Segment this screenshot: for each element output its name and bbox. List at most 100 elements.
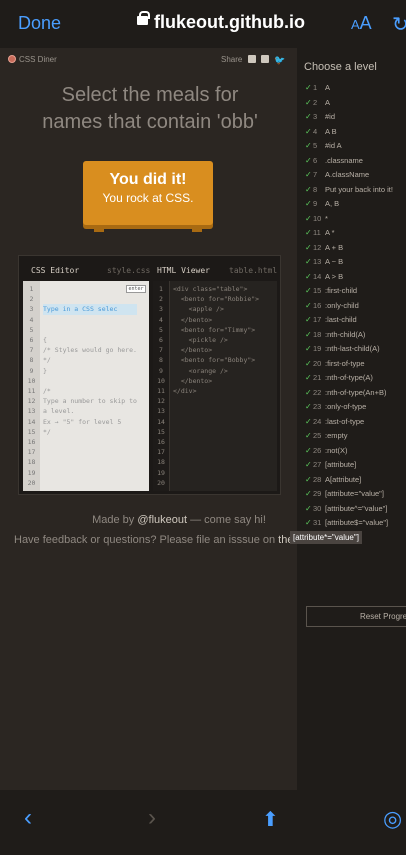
level-item[interactable]: ✓3 #id xyxy=(305,112,406,127)
level-number: 27 xyxy=(313,460,322,469)
level-number: 26 xyxy=(313,445,322,455)
level-name: Put your back into it! xyxy=(325,184,393,194)
level-name: :nth-last-child(A) xyxy=(325,344,380,353)
checkmark-icon: ✓ xyxy=(305,141,312,150)
level-item[interactable]: ✓5 #id A xyxy=(305,141,406,156)
logo-icon xyxy=(8,55,16,63)
level-number: 8 xyxy=(313,184,318,194)
level-name: [attribute$="value"] xyxy=(325,518,389,527)
level-name: A * xyxy=(325,228,335,237)
css-line-numbers: 1 2 3 4 5 6 7 8 9 10 11 12 13 14 15 16 1… xyxy=(23,281,40,491)
level-name: #id xyxy=(325,112,336,121)
html-file-label: table.html xyxy=(229,266,278,275)
level-item[interactable]: ✓11 A * xyxy=(305,228,406,243)
level-item[interactable]: ✓28 A[attribute] xyxy=(305,475,406,490)
css-panel: 1 2 3 4 5 6 7 8 9 10 11 12 13 14 15 16 1… xyxy=(23,281,149,491)
checkmark-icon: ✓ xyxy=(305,518,312,527)
level-number: 30 xyxy=(313,503,322,513)
level-item[interactable]: ✓26:not(X) xyxy=(305,446,406,461)
level-number: 22 xyxy=(313,387,322,397)
back-icon[interactable]: ‹ xyxy=(24,804,32,832)
table-leg xyxy=(192,227,202,232)
level-number: 17 xyxy=(313,315,322,324)
level-number: 25 xyxy=(313,431,322,440)
checkmark-icon: ✓ xyxy=(305,213,312,223)
checkmark-icon: ✓ xyxy=(305,416,312,426)
level-item[interactable]: ✓8 Put your back into it! xyxy=(305,185,406,200)
sidebar-title: Choose a level xyxy=(304,61,377,73)
level-item[interactable]: ✓18:nth-child(A) xyxy=(305,330,406,345)
level-item[interactable]: ✓29 [attribute="value"] xyxy=(305,489,406,504)
level-item[interactable]: ✓30 [attribute^="value"] xyxy=(305,504,406,519)
checkmark-icon: ✓ xyxy=(305,445,312,455)
level-number: 14 xyxy=(313,271,322,281)
level-item[interactable]: ✓17:last-child xyxy=(305,315,406,330)
level-item[interactable]: ✓16:only-child xyxy=(305,301,406,316)
forward-icon[interactable]: › xyxy=(148,804,156,832)
level-item[interactable]: ✓13 A ~ B xyxy=(305,257,406,272)
level-item[interactable]: ✓20:first-of-type xyxy=(305,359,406,374)
level-item[interactable]: ✓15:first-child xyxy=(305,286,406,301)
compass-icon[interactable]: ◎ xyxy=(383,806,402,832)
instruction-line2: names that contain 'obb' xyxy=(42,111,258,133)
level-item[interactable]: ✓22:nth-of-type(An+B) xyxy=(305,388,406,403)
level-item[interactable]: ✓2 A xyxy=(305,98,406,113)
level-item[interactable]: ✓21:nth-of-type(A) xyxy=(305,373,406,388)
checkmark-icon: ✓ xyxy=(305,242,312,252)
level-item[interactable]: ✓25:empty xyxy=(305,431,406,446)
email-icon[interactable] xyxy=(247,55,256,63)
level-list: ✓1 A ✓2 A ✓3 #id ✓4 A B ✓5 #id A ✓6 .classname ✓7 A.c… xyxy=(305,83,406,533)
level-item[interactable]: ✓14 A > B xyxy=(305,272,406,287)
reload-icon[interactable]: ↻ xyxy=(392,12,406,37)
done-button[interactable]: Done xyxy=(18,13,61,34)
checkmark-icon: ✓ xyxy=(305,315,312,324)
html-code[interactable]: <div class="table"> <bento for="Robbie">… xyxy=(173,284,259,396)
level-number: 23 xyxy=(313,402,322,411)
feedback-text: Have feedback or questions? Please file … xyxy=(14,534,279,546)
level-item[interactable]: ✓19:nth-last-child(A) xyxy=(305,344,406,359)
level-name: [attribute^="value"] xyxy=(325,503,388,513)
level-name: A.className xyxy=(325,170,370,179)
reader-text-size-button[interactable]: AA xyxy=(351,13,372,34)
level-name: A[attribute] xyxy=(325,474,362,484)
reset-progress-button[interactable]: Reset Progress xyxy=(306,606,406,627)
share-icon[interactable]: ⬆ xyxy=(262,807,279,832)
lock-icon xyxy=(137,11,150,25)
level-number: 18 xyxy=(313,329,322,339)
level-name: A xyxy=(325,83,331,92)
facebook-icon[interactable] xyxy=(260,55,269,63)
level-item[interactable]: ✓9 A, B xyxy=(305,199,406,214)
twitter-icon[interactable]: 🐦 xyxy=(274,55,285,65)
success-title: You did it! xyxy=(109,171,187,188)
level-item[interactable]: ✓24:last-of-type xyxy=(305,417,406,432)
checkmark-icon: ✓ xyxy=(305,184,312,194)
share-bar: Share 🐦 xyxy=(221,55,285,65)
enter-button[interactable]: enter xyxy=(126,285,146,293)
level-number: 5 xyxy=(313,141,318,150)
css-file-label: style.css xyxy=(107,266,151,275)
checkmark-icon: ✓ xyxy=(305,329,312,339)
css-selector-input[interactable]: Type in a CSS selec xyxy=(43,304,137,315)
level-name: [attribute="value"] xyxy=(325,489,384,498)
brand[interactable]: CSS Diner xyxy=(8,55,57,64)
level-item[interactable]: ✓6 .classname xyxy=(305,156,406,171)
level-item[interactable]: ✓1 A xyxy=(305,83,406,98)
level-name: A xyxy=(325,97,331,107)
level-sidebar: Choose a level ✓1 A ✓2 A ✓3 #id ✓4 A B ✓5 #id A ✓6… xyxy=(297,48,406,790)
level-tooltip: [attribute*="value"] xyxy=(290,531,362,544)
level-number: 1 xyxy=(313,83,318,92)
level-number: 6 xyxy=(313,155,318,165)
checkmark-icon: ✓ xyxy=(305,358,312,368)
url-label[interactable]: flukeout.github.io xyxy=(154,12,305,33)
checkmark-icon: ✓ xyxy=(305,387,312,397)
author-link[interactable]: @flukeout xyxy=(137,514,187,526)
level-item[interactable]: ✓27 [attribute] xyxy=(305,460,406,475)
instruction-line1: Select the meals for xyxy=(61,84,239,106)
level-item[interactable]: ✓10 * xyxy=(305,214,406,229)
level-item[interactable]: ✓12 A + B xyxy=(305,243,406,258)
level-item[interactable]: ✓4 A B xyxy=(305,127,406,142)
level-item[interactable]: ✓7 A.className xyxy=(305,170,406,185)
checkmark-icon: ✓ xyxy=(305,126,312,136)
level-number: 7 xyxy=(313,170,318,179)
level-item[interactable]: ✓23:only-of-type xyxy=(305,402,406,417)
